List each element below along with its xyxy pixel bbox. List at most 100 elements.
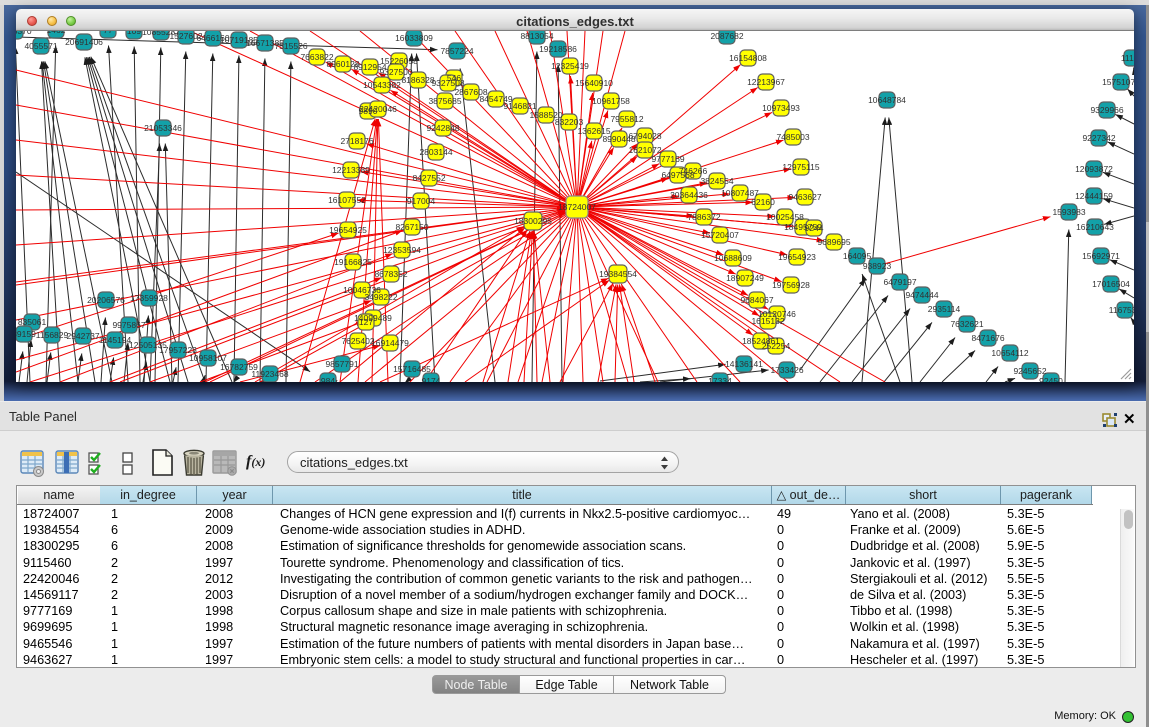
svg-text:2718176: 2718176	[340, 136, 373, 146]
svg-text:10654112: 10654112	[991, 348, 1028, 358]
svg-text:9463627: 9463627	[788, 192, 821, 202]
svg-text:17016504: 17016504	[1092, 279, 1130, 289]
svg-text:12325419: 12325419	[551, 61, 589, 71]
svg-text:12353594: 12353594	[383, 245, 421, 255]
svg-text:12213389: 12213389	[332, 165, 370, 175]
svg-text:39159: 39159	[16, 329, 36, 339]
svg-text:20364436: 20364436	[670, 190, 708, 200]
svg-text:1156829: 1156829	[36, 330, 69, 340]
svg-text:12213967: 12213967	[747, 77, 785, 87]
svg-text:252254: 252254	[762, 341, 791, 351]
svg-text:9689695: 9689695	[817, 237, 850, 247]
svg-text:7632621: 7632621	[950, 319, 983, 329]
svg-text:2096370: 2096370	[16, 31, 32, 36]
svg-text:19756928: 19756928	[772, 280, 810, 290]
svg-text:746266: 746266	[679, 166, 708, 176]
svg-text:12444159: 12444159	[1075, 191, 1113, 201]
svg-text:1615132: 1615132	[751, 316, 784, 326]
svg-text:19654925: 19654925	[329, 225, 367, 235]
svg-text:835061: 835061	[18, 317, 47, 327]
svg-text:9684067: 9684067	[740, 295, 773, 305]
svg-text:3498222: 3498222	[364, 292, 397, 302]
svg-text:77: 77	[103, 31, 113, 35]
svg-text:1733426: 1733426	[770, 365, 803, 375]
svg-text:7857224: 7857224	[440, 46, 473, 56]
svg-text:2935114: 2935114	[928, 304, 961, 314]
svg-text:9474444: 9474444	[905, 290, 938, 300]
svg-text:12975115: 12975115	[782, 162, 819, 172]
svg-text:2803144: 2803144	[419, 147, 452, 157]
svg-text:8267150: 8267150	[395, 222, 428, 232]
svg-text:12093872: 12093872	[1075, 164, 1113, 174]
svg-text:9244: 9244	[805, 223, 824, 233]
svg-text:8471676: 8471676	[971, 333, 1004, 343]
svg-text:7485003: 7485003	[776, 132, 809, 142]
svg-text:7625402: 7625402	[341, 336, 374, 346]
svg-text:8678352: 8678352	[374, 269, 407, 279]
svg-text:20691406: 20691406	[65, 37, 103, 47]
svg-text:2087682: 2087682	[710, 31, 743, 41]
svg-text:7515526: 7515526	[274, 41, 307, 51]
svg-text:9242848: 9242848	[426, 123, 459, 133]
svg-text:22420046: 22420046	[359, 104, 397, 114]
svg-text:917004: 917004	[407, 196, 436, 206]
svg-text:18907249: 18907249	[726, 273, 764, 283]
svg-text:19384554: 19384554	[599, 269, 637, 279]
svg-text:15692971: 15692971	[1082, 251, 1120, 261]
svg-text:15720407: 15720407	[701, 230, 739, 240]
svg-text:9245652: 9245652	[1013, 366, 1046, 376]
svg-text:8427552: 8427552	[412, 173, 445, 183]
svg-text:16033809: 16033809	[395, 33, 433, 43]
svg-text:2942737: 2942737	[66, 331, 99, 341]
svg-text:92450: 92450	[1039, 376, 1063, 382]
svg-text:3875685: 3875685	[428, 96, 461, 106]
svg-text:18300295: 18300295	[514, 216, 552, 226]
svg-text:17334: 17334	[708, 376, 732, 382]
svg-text:10973493: 10973493	[762, 103, 800, 113]
svg-text:10648784: 10648784	[868, 95, 906, 105]
svg-text:19218586: 19218586	[539, 44, 577, 54]
svg-text:9857791: 9857791	[325, 359, 358, 369]
svg-text:164095: 164095	[843, 251, 872, 261]
svg-text:62160: 62160	[751, 197, 775, 207]
svg-text:10961758: 10961758	[592, 96, 630, 106]
svg-text:9329966: 9329966	[1090, 105, 1123, 115]
svg-text:17359928: 17359928	[130, 293, 168, 303]
svg-text:10543382: 10543382	[363, 80, 401, 90]
svg-text:11923468: 11923468	[251, 369, 288, 379]
svg-text:1145194: 1145194	[99, 335, 132, 345]
svg-text:16210643: 16210643	[1076, 222, 1114, 232]
svg-text:938923: 938923	[863, 261, 892, 271]
svg-text:20206576: 20206576	[87, 295, 125, 305]
svg-text:1462: 1462	[47, 31, 66, 35]
svg-text:6794028: 6794028	[628, 131, 661, 141]
svg-text:1167531: 1167531	[1109, 305, 1134, 315]
svg-text:11172: 11172	[1121, 53, 1134, 63]
svg-text:10025458: 10025458	[766, 212, 804, 222]
svg-text:109: 109	[127, 31, 141, 36]
svg-text:19166825: 19166825	[334, 257, 372, 267]
svg-text:3824554: 3824554	[700, 176, 733, 186]
svg-text:16107552: 16107552	[328, 195, 366, 205]
svg-text:1593983: 1593983	[1052, 207, 1085, 217]
svg-text:19654923: 19654923	[778, 252, 816, 262]
svg-text:4055571: 4055571	[24, 41, 57, 51]
svg-text:7955812: 7955812	[610, 114, 643, 124]
svg-text:15640910: 15640910	[575, 78, 613, 88]
svg-text:6479197: 6479197	[883, 277, 916, 287]
svg-text:15716485: 15716485	[393, 364, 431, 374]
svg-text:8186328: 8186328	[401, 75, 434, 85]
svg-text:984: 984	[321, 376, 335, 382]
svg-text:16154808: 16154808	[729, 53, 767, 63]
svg-text:127: 127	[359, 317, 373, 327]
svg-text:9777169: 9777169	[651, 154, 684, 164]
svg-text:15226058: 15226058	[380, 56, 418, 66]
svg-text:16914479: 16914479	[371, 338, 409, 348]
svg-text:10688609: 10688609	[714, 253, 752, 263]
svg-text:8813054: 8813054	[520, 31, 553, 41]
svg-text:9975867: 9975867	[112, 320, 145, 330]
svg-text:9227342: 9227342	[1082, 133, 1115, 143]
svg-text:15751074: 15751074	[1102, 77, 1134, 87]
svg-text:9174: 9174	[422, 376, 441, 382]
svg-text:7886372: 7886372	[687, 212, 720, 222]
